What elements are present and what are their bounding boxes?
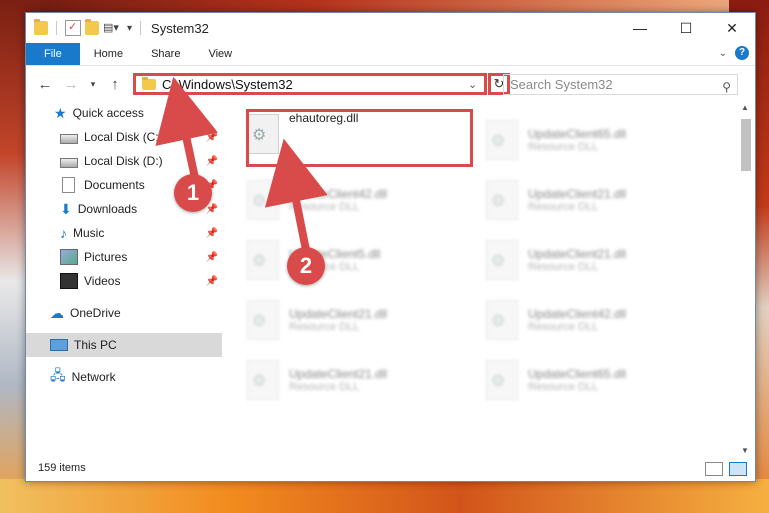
arrow-to-address-bar — [155, 76, 218, 179]
step-marker-1: 1 — [174, 174, 212, 212]
arrow-to-file — [264, 138, 328, 251]
step-marker-2: 2 — [287, 247, 325, 285]
annotation-arrows — [155, 76, 328, 251]
